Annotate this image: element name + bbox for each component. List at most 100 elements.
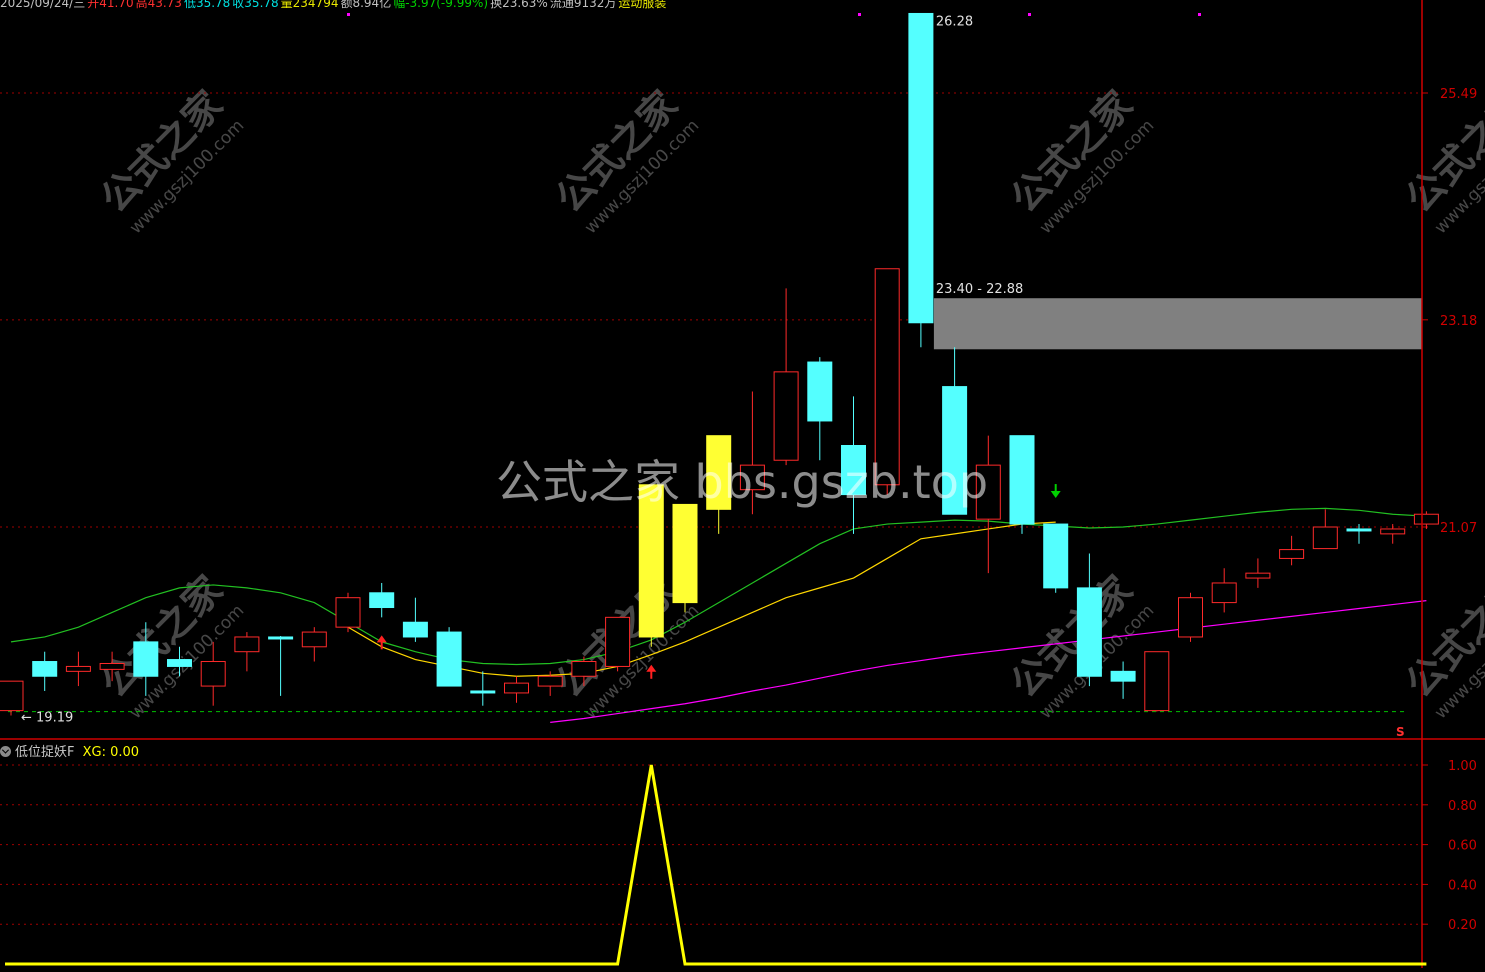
candle-body <box>504 682 529 694</box>
candle <box>1076 553 1102 687</box>
watermark-tile: 公式之家www.gszj100.com <box>92 82 248 238</box>
candle-body <box>605 616 631 667</box>
quote-item: 高43.73 <box>135 0 182 10</box>
quote-item: 收35.78 <box>232 0 279 10</box>
candle-body <box>268 636 294 640</box>
candle <box>301 627 327 662</box>
candle-body <box>167 659 192 667</box>
buy-arrow-icon <box>376 635 387 650</box>
watermark-tile: 公式之家www.gszj100.com <box>547 82 703 238</box>
candle-body <box>301 631 327 648</box>
candle-body <box>335 597 361 628</box>
xg-tick-label: 0.40 <box>1448 878 1477 893</box>
quote-item: 换23.63% <box>490 0 548 10</box>
candle-body <box>470 690 496 694</box>
candle-body <box>200 661 226 687</box>
candle <box>672 503 698 613</box>
price-tick-label: 23.18 <box>1440 314 1477 329</box>
xg-tick-label: 1.00 <box>1448 759 1477 774</box>
candle-body <box>99 662 125 670</box>
watermark-tile: 公式之家www.gszj100.com <box>1397 567 1485 723</box>
candle <box>504 676 529 703</box>
candle <box>1245 558 1271 588</box>
candle-body <box>1245 572 1271 579</box>
candle-body <box>1312 526 1338 550</box>
candle-body <box>1043 523 1069 589</box>
candle <box>638 484 664 647</box>
indicator-xg-label: XG: 0.00 <box>82 745 140 760</box>
quote-item: 流通9132万 <box>549 0 617 10</box>
candle <box>605 616 631 672</box>
candle-body <box>807 361 833 422</box>
candle <box>1144 651 1170 712</box>
candle <box>65 651 91 687</box>
candle-body <box>402 621 428 638</box>
candle-body <box>65 665 91 672</box>
candle-body <box>1178 597 1203 638</box>
candle <box>1413 511 1439 529</box>
candle <box>1043 523 1069 593</box>
candle <box>234 632 260 672</box>
top-marker-dot <box>1198 13 1201 16</box>
candle-body <box>1211 582 1237 604</box>
indicator-title[interactable]: 低位捉妖F XG: 0.00 <box>0 741 140 760</box>
candle-body <box>369 592 395 609</box>
candle <box>1178 592 1203 642</box>
candle-body <box>133 641 159 677</box>
indicator-name: 低位捉妖F <box>15 745 75 760</box>
candle <box>1312 509 1338 550</box>
candle-body <box>571 661 597 677</box>
candle-body <box>1279 549 1305 559</box>
candle-body <box>1009 435 1035 525</box>
xg-tick-label: 0.80 <box>1448 799 1477 814</box>
candle-body <box>1413 513 1439 525</box>
candle-body <box>1076 587 1102 677</box>
watermark-tile: 公式之家www.gszj100.com <box>1397 82 1485 238</box>
resistance-zone <box>933 298 1422 350</box>
arrow-head <box>376 635 387 643</box>
arrow-head <box>1050 491 1061 499</box>
sell-arrow-icon <box>1050 484 1061 499</box>
candle-body <box>436 631 462 687</box>
zone-label: 23.40 - 22.88 <box>936 282 1023 297</box>
candle-body <box>1110 670 1136 682</box>
top-marker-dot <box>858 13 861 16</box>
chart-svg: 公式之家www.gszj100.com 公式之家www.gszj100.com 公式… <box>0 0 1485 968</box>
candle-body <box>234 636 260 653</box>
candle <box>1009 435 1035 534</box>
candle <box>335 592 361 633</box>
candle-body <box>0 680 24 712</box>
watermark-tile: 公式之家www.gszj100.com <box>1002 82 1158 238</box>
top-marker-dot <box>347 13 350 16</box>
candle-body <box>537 675 563 687</box>
xg-tick-label: 0.20 <box>1448 918 1477 933</box>
price-tick-label: 21.07 <box>1440 521 1477 536</box>
s-marker: S <box>1396 725 1405 739</box>
candle-body <box>1380 528 1406 535</box>
candle <box>1380 524 1406 544</box>
quote-item: 幅-3.97(-9.99%) <box>393 0 489 10</box>
candle-body <box>773 371 799 461</box>
price-tick-label: 25.49 <box>1440 87 1477 102</box>
candle-body <box>908 12 934 324</box>
candle-body <box>1346 528 1372 532</box>
quote-item: 低35.78 <box>183 0 231 10</box>
xg-signal-line <box>5 764 1427 966</box>
candle <box>436 627 462 687</box>
candle <box>1211 568 1237 613</box>
low-price-label: ← 19.19 <box>21 711 73 726</box>
quote-item: 2025/09/24/三 <box>0 0 86 10</box>
candle <box>32 651 58 691</box>
candle <box>908 12 934 348</box>
collapse-icon[interactable] <box>0 746 11 757</box>
candle <box>470 671 496 706</box>
candle <box>807 357 833 461</box>
candle-body <box>672 503 698 604</box>
candle <box>402 597 428 642</box>
candle <box>0 680 24 716</box>
candle <box>369 582 395 618</box>
candle <box>1279 535 1305 566</box>
top-marker-dot <box>1028 13 1031 16</box>
candle-body <box>32 661 58 677</box>
quote-item: 运动服装 <box>618 0 667 10</box>
